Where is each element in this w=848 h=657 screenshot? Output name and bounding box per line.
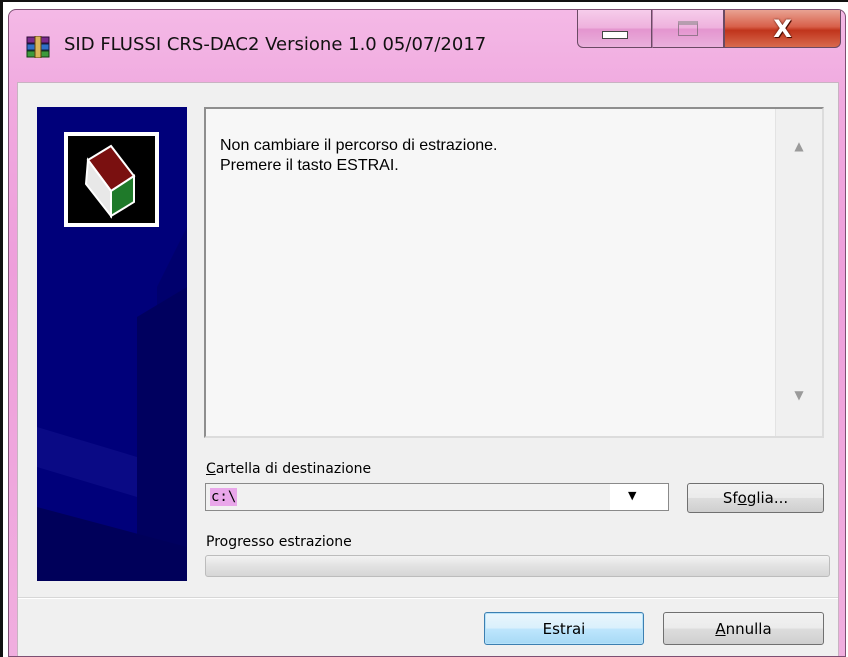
maximize-icon	[678, 21, 698, 36]
installer-box-icon	[64, 132, 159, 227]
destination-path-input[interactable]: c:\	[206, 484, 610, 510]
scroll-up-arrow-icon[interactable]: ▲	[776, 139, 822, 153]
sfx-extraction-window: SID FLUSSI CRS-DAC2 Versione 1.0 05/07/2…	[8, 9, 846, 657]
scroll-down-arrow-icon[interactable]: ▼	[776, 388, 822, 402]
message-line-2: Premere il tasto ESTRAI.	[220, 157, 399, 174]
dialog-client-area: Non cambiare il percorso di estrazione. …	[17, 82, 839, 656]
progress-label: Progresso estrazione	[206, 534, 352, 550]
close-icon: X	[773, 14, 792, 43]
maximize-button	[652, 10, 724, 48]
close-button[interactable]: X	[724, 10, 841, 48]
winrar-archive-icon	[26, 35, 50, 59]
message-line-1: Non cambiare il percorso di estrazione.	[220, 137, 498, 154]
side-banner	[37, 107, 187, 581]
minimize-button[interactable]	[577, 10, 652, 48]
extract-button[interactable]: Estrai	[484, 612, 644, 645]
browse-button[interactable]: Sf o glia...	[687, 483, 824, 513]
chevron-down-icon[interactable]: ▼	[628, 489, 636, 502]
destination-path-combobox[interactable]: c:\ ▼	[205, 483, 669, 511]
minimize-icon	[601, 30, 628, 39]
cancel-button[interactable]: Annulla	[663, 612, 824, 645]
message-textarea[interactable]: Non cambiare il percorso di estrazione. …	[204, 107, 824, 438]
destination-path-value: c:\	[210, 488, 238, 506]
window-title: SID FLUSSI CRS-DAC2 Versione 1.0 05/07/2…	[64, 34, 487, 55]
footer-divider-highlight	[18, 598, 838, 599]
destination-label: Cartella di destinazione	[206, 461, 372, 477]
vertical-scrollbar[interactable]: ▲ ▼	[775, 109, 822, 436]
extraction-progress-bar	[205, 555, 830, 577]
